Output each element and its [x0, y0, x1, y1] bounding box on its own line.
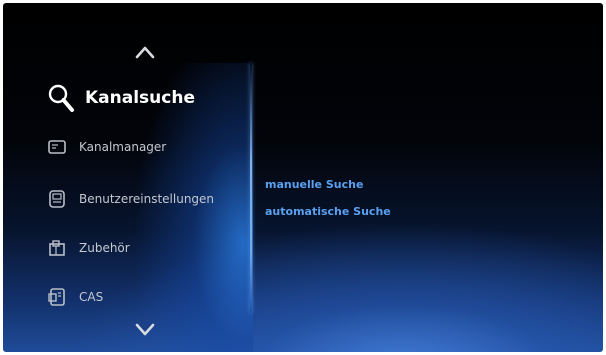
chevron-up-icon[interactable] — [133, 43, 157, 61]
submenu-item-manuelle-suche[interactable]: manuelle Suche — [265, 178, 363, 191]
accessories-icon — [49, 240, 65, 256]
menu-divider — [250, 63, 252, 313]
menu-item-kanalmanager[interactable]: Kanalmanager — [47, 132, 166, 162]
menu-item-benutzereinstellungen[interactable]: Benutzereinstellungen — [47, 184, 214, 214]
cas-card-icon — [48, 288, 65, 306]
menu-item-kanalsuche[interactable]: Kanalsuche — [47, 83, 195, 113]
menu-item-label: Kanalmanager — [79, 140, 167, 154]
menu-item-label: Benutzereinstellungen — [79, 192, 215, 206]
submenu-item-automatische-suche[interactable]: automatische Suche — [265, 205, 391, 218]
tv-menu-screen: Kanalsuche Kanalmanager Benutzereinstell… — [3, 3, 603, 352]
menu-item-label: Kanalsuche — [85, 88, 195, 108]
menu-item-cas[interactable]: CAS — [47, 282, 103, 312]
menu-item-label: CAS — [79, 290, 104, 304]
channel-manager-icon — [48, 140, 66, 154]
menu-item-zubehoer[interactable]: Zubehör — [47, 233, 130, 263]
menu-item-label: Zubehör — [79, 241, 130, 255]
search-icon — [48, 84, 74, 112]
chevron-down-icon[interactable] — [133, 321, 157, 339]
user-settings-icon — [49, 190, 65, 208]
